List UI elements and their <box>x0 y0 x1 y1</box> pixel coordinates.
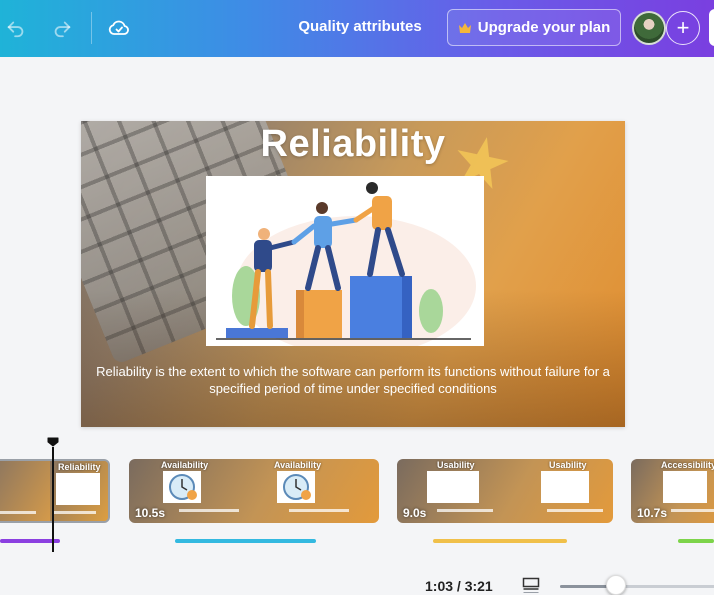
clock-icon <box>163 471 201 503</box>
upgrade-plan-label: Upgrade your plan <box>477 19 611 36</box>
slide-canvas[interactable]: ★ ★ Reliability <box>81 121 625 427</box>
clip-thumbnail-title: Usability <box>437 460 475 470</box>
clip-track-indicator <box>175 539 316 543</box>
playhead-handle[interactable] <box>47 437 59 447</box>
cloud-check-icon <box>108 20 129 35</box>
timeline-clip-accessibility[interactable]: Accessibility 10.7s <box>631 459 714 523</box>
toolbar-divider <box>91 12 92 44</box>
playhead-line[interactable] <box>52 447 54 552</box>
clip-thumbnail-title: Accessibility <box>661 460 714 470</box>
timeline-clip-reliability[interactable]: Reliability <box>0 459 110 523</box>
redo-button[interactable] <box>48 14 76 42</box>
clip-thumbnail-title: Availability <box>274 460 322 470</box>
editor-header: Quality attributes Upgrade your plan + <box>0 0 714 57</box>
teamwork-illustration[interactable] <box>206 176 484 356</box>
share-button[interactable] <box>709 9 714 46</box>
clip-thumbnail-title: Usability <box>549 460 587 470</box>
timeline-clip-availability[interactable]: Availability Availability 10.5s <box>129 459 379 523</box>
upgrade-plan-button[interactable]: Upgrade your plan <box>447 9 621 46</box>
user-avatar[interactable] <box>632 11 666 45</box>
undo-icon <box>7 21 24 38</box>
slide-title[interactable]: Reliability <box>81 123 625 166</box>
crown-icon <box>458 22 471 33</box>
undo-button[interactable] <box>2 14 30 42</box>
clip-thumbnail-image <box>427 471 479 503</box>
clip-track-indicator <box>0 539 60 543</box>
clip-track-indicator <box>678 539 714 543</box>
clip-thumbnail-image <box>663 471 707 503</box>
clock-icon <box>277 471 315 503</box>
redo-icon <box>54 21 71 38</box>
playback-timecode: 1:03 / 3:21 <box>425 578 493 594</box>
clip-duration: 10.5s <box>135 506 166 520</box>
timeline-clip-usability[interactable]: Usability Usability 9.0s <box>397 459 613 523</box>
slide-body-text[interactable]: Reliability is the extent to which the s… <box>89 363 617 397</box>
plus-icon: + <box>676 15 690 40</box>
save-status-button[interactable] <box>105 14 133 42</box>
zoom-slider-thumb[interactable] <box>606 575 626 595</box>
clip-track-indicator <box>433 539 567 543</box>
grid-view-icon[interactable] <box>522 577 540 595</box>
add-collaborator-button[interactable]: + <box>666 11 700 45</box>
document-title[interactable]: Quality attributes <box>290 18 430 35</box>
clip-duration: 10.7s <box>637 506 668 520</box>
clip-thumbnail-image <box>541 471 589 503</box>
clip-thumbnail-title: Reliability <box>58 462 101 472</box>
clip-thumbnail-image <box>56 473 100 505</box>
clip-duration: 9.0s <box>403 506 427 520</box>
clip-thumbnail-title: Availability <box>161 460 209 470</box>
